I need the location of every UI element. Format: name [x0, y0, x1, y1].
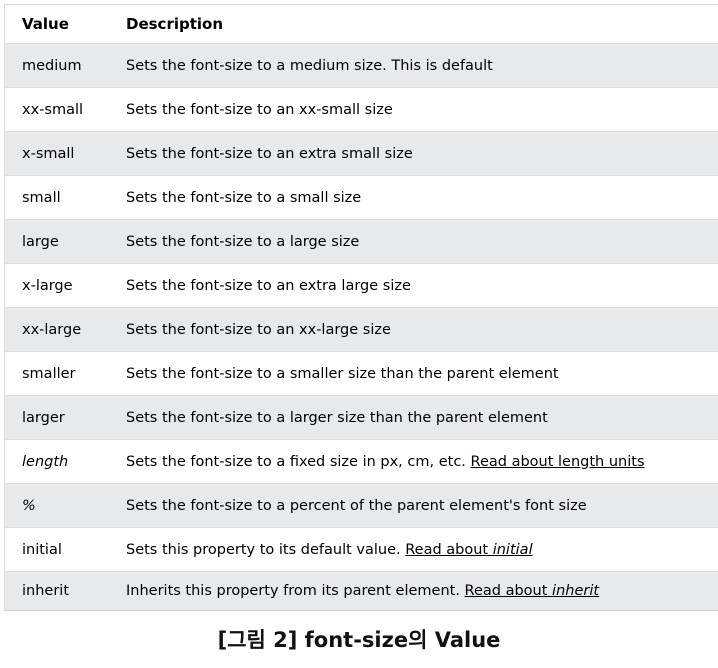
header-value: Value: [4, 4, 109, 44]
font-size-values-table: Value Description medium Sets the font-s…: [4, 4, 718, 611]
row-description: Sets the font-size to a large size: [109, 219, 718, 264]
row-description: Sets the font-size to a larger size than…: [109, 395, 718, 440]
row-value: inherit: [4, 571, 109, 611]
table-row: inherit Inherits this property from its …: [4, 571, 718, 611]
row-description: Inherits this property from its parent e…: [109, 571, 718, 611]
row-description: Sets the font-size to an xx-small size: [109, 87, 718, 132]
table-row: % Sets the font-size to a percent of the…: [4, 483, 718, 528]
table-row: small Sets the font-size to a small size: [4, 175, 718, 220]
table-row: larger Sets the font-size to a larger si…: [4, 395, 718, 440]
row-description: Sets the font-size to an xx-large size: [109, 307, 718, 352]
header-description: Description: [109, 4, 718, 44]
row-value: medium: [4, 43, 109, 88]
table-header-row: Value Description: [4, 4, 718, 44]
figure-caption: [그림 2] font-size의 Value: [217, 628, 501, 652]
link-keyword: inherit: [552, 583, 600, 599]
row-description: Sets the font-size to an extra large siz…: [109, 263, 718, 308]
row-description-text: Inherits this property from its parent e…: [126, 583, 465, 599]
row-value: xx-large: [4, 307, 109, 352]
link-keyword: initial: [492, 541, 533, 558]
row-description: Sets this property to its default value.…: [109, 527, 718, 572]
link-prefix: Read about: [405, 541, 493, 558]
row-value: length: [4, 439, 109, 484]
row-description-text: Sets this property to its default value.: [126, 541, 406, 558]
table-row: smaller Sets the font-size to a smaller …: [4, 351, 718, 396]
read-about-length-units-link[interactable]: Read about length units: [471, 454, 645, 470]
table-row: x-small Sets the font-size to an extra s…: [4, 131, 718, 176]
row-value: smaller: [4, 351, 109, 396]
read-about-inherit-link[interactable]: Read about inherit: [465, 583, 600, 599]
row-value: larger: [4, 395, 109, 440]
table-row: x-large Sets the font-size to an extra l…: [4, 263, 718, 308]
table-row: xx-large Sets the font-size to an xx-lar…: [4, 307, 718, 352]
row-value: initial: [4, 527, 109, 572]
row-value: xx-small: [4, 87, 109, 132]
row-value: small: [4, 175, 109, 220]
row-value: large: [4, 219, 109, 264]
row-description: Sets the font-size to a small size: [109, 175, 718, 220]
read-about-initial-link[interactable]: Read about initial: [405, 542, 532, 558]
row-description: Sets the font-size to a percent of the p…: [109, 483, 718, 528]
row-description: Sets the font-size to a fixed size in px…: [109, 439, 718, 484]
row-description: Sets the font-size to a medium size. Thi…: [109, 43, 718, 88]
row-value: x-small: [4, 131, 109, 176]
table-row: length Sets the font-size to a fixed siz…: [4, 439, 718, 484]
table-row: large Sets the font-size to a large size: [4, 219, 718, 264]
row-value: x-large: [4, 263, 109, 308]
row-value: %: [4, 483, 109, 528]
link-prefix: Read about: [464, 583, 553, 599]
row-description-text: Sets the font-size to a fixed size in px…: [126, 453, 471, 470]
table-row: xx-small Sets the font-size to an xx-sma…: [4, 87, 718, 132]
row-description: Sets the font-size to a smaller size tha…: [109, 351, 718, 396]
table-row: initial Sets this property to its defaul…: [4, 527, 718, 572]
row-description: Sets the font-size to an extra small siz…: [109, 131, 718, 176]
table-row: medium Sets the font-size to a medium si…: [4, 43, 718, 88]
